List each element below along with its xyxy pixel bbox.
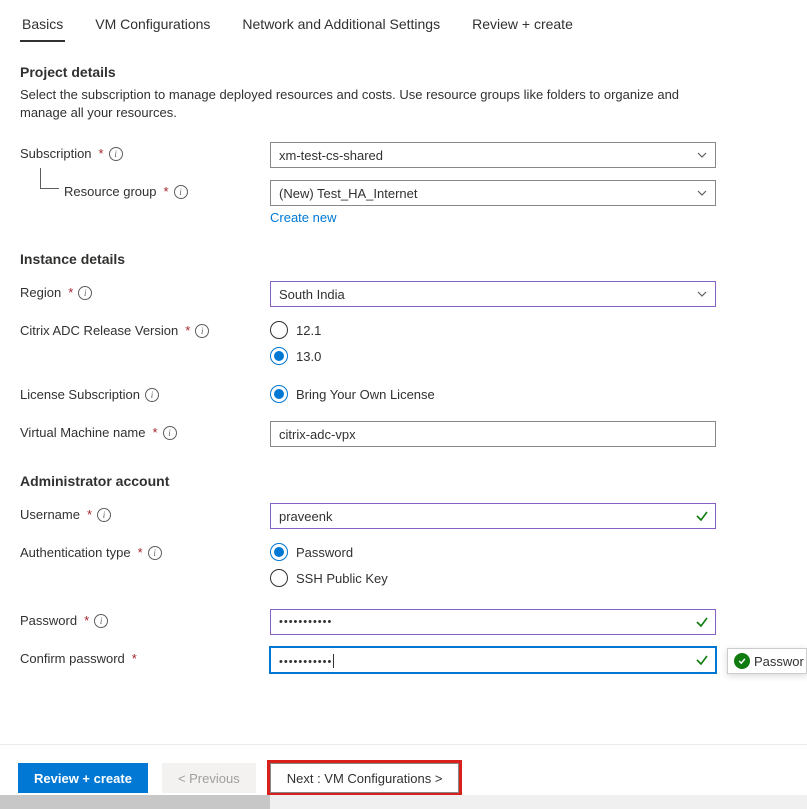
- auth-option-ssh[interactable]: SSH Public Key: [270, 569, 716, 587]
- chevron-down-icon: [697, 150, 707, 160]
- auth-ssh-label: SSH Public Key: [296, 571, 388, 586]
- valid-checkmark-icon: [695, 615, 709, 629]
- valid-checkmark-icon: [695, 509, 709, 523]
- required-marker: *: [87, 507, 92, 522]
- release-12-1-label: 12.1: [296, 323, 321, 338]
- info-icon[interactable]: i: [109, 147, 123, 161]
- success-badge-icon: [734, 653, 750, 669]
- info-icon[interactable]: i: [163, 426, 177, 440]
- info-icon[interactable]: i: [78, 286, 92, 300]
- tab-review-create[interactable]: Review + create: [470, 10, 575, 42]
- password-value: •••••••••••: [279, 616, 332, 628]
- auth-password-label: Password: [296, 545, 353, 560]
- release-13-0-label: 13.0: [296, 349, 321, 364]
- resource-group-value: (New) Test_HA_Internet: [279, 186, 418, 201]
- release-option-13-0[interactable]: 13.0: [270, 347, 716, 365]
- required-marker: *: [138, 545, 143, 560]
- region-label: Region: [20, 285, 61, 300]
- create-new-link[interactable]: Create new: [270, 210, 336, 225]
- required-marker: *: [84, 613, 89, 628]
- subscription-value: xm-test-cs-shared: [279, 148, 383, 163]
- auth-option-password[interactable]: Password: [270, 543, 716, 561]
- required-marker: *: [68, 285, 73, 300]
- subscription-label: Subscription: [20, 146, 92, 161]
- valid-checkmark-icon: [695, 653, 709, 667]
- license-subscription-label: License Subscription: [20, 387, 140, 402]
- tab-vm-configurations[interactable]: VM Configurations: [93, 10, 212, 42]
- tabs-bar: Basics VM Configurations Network and Add…: [0, 0, 807, 42]
- tab-basics[interactable]: Basics: [20, 10, 65, 42]
- chevron-down-icon: [697, 289, 707, 299]
- license-byol-label: Bring Your Own License: [296, 387, 435, 402]
- radio-icon: [270, 347, 288, 365]
- tab-network-additional[interactable]: Network and Additional Settings: [240, 10, 442, 42]
- radio-icon: [270, 569, 288, 587]
- review-create-button[interactable]: Review + create: [18, 763, 148, 793]
- tooltip-text: Passwor: [754, 654, 804, 669]
- info-icon[interactable]: i: [97, 508, 111, 522]
- license-option-byol[interactable]: Bring Your Own License: [270, 385, 716, 403]
- project-details-heading: Project details: [20, 64, 787, 80]
- vm-name-value: citrix-adc-vpx: [279, 427, 356, 442]
- radio-icon: [270, 321, 288, 339]
- info-icon[interactable]: i: [145, 388, 159, 402]
- confirm-password-input[interactable]: •••••••••••: [270, 647, 716, 673]
- resource-group-select[interactable]: (New) Test_HA_Internet: [270, 180, 716, 206]
- footer-bar: Review + create < Previous Next : VM Con…: [0, 744, 807, 793]
- validation-tooltip: Passwor: [727, 648, 807, 674]
- required-marker: *: [99, 146, 104, 161]
- chevron-down-icon: [697, 188, 707, 198]
- confirm-password-label: Confirm password: [20, 651, 125, 666]
- vm-name-input[interactable]: citrix-adc-vpx: [270, 421, 716, 447]
- info-icon[interactable]: i: [94, 614, 108, 628]
- auth-type-label: Authentication type: [20, 545, 131, 560]
- resource-group-label: Resource group: [64, 184, 157, 199]
- confirm-password-value: •••••••••••: [279, 656, 332, 668]
- required-marker: *: [164, 184, 169, 199]
- password-input[interactable]: •••••••••••: [270, 609, 716, 635]
- admin-account-heading: Administrator account: [20, 473, 787, 489]
- scrollbar-thumb[interactable]: [0, 795, 270, 809]
- region-value: South India: [279, 287, 345, 302]
- radio-icon: [270, 385, 288, 403]
- required-marker: *: [132, 651, 137, 666]
- previous-button[interactable]: < Previous: [162, 763, 256, 793]
- radio-icon: [270, 543, 288, 561]
- subscription-select[interactable]: xm-test-cs-shared: [270, 142, 716, 168]
- username-input[interactable]: praveenk: [270, 503, 716, 529]
- info-icon[interactable]: i: [148, 546, 162, 560]
- text-cursor: [333, 654, 334, 668]
- username-value: praveenk: [279, 509, 332, 524]
- region-select[interactable]: South India: [270, 281, 716, 307]
- required-marker: *: [153, 425, 158, 440]
- release-version-label: Citrix ADC Release Version: [20, 323, 178, 338]
- info-icon[interactable]: i: [195, 324, 209, 338]
- username-label: Username: [20, 507, 80, 522]
- info-icon[interactable]: i: [174, 185, 188, 199]
- project-details-desc: Select the subscription to manage deploy…: [20, 86, 720, 122]
- required-marker: *: [185, 323, 190, 338]
- password-label: Password: [20, 613, 77, 628]
- next-button[interactable]: Next : VM Configurations >: [270, 763, 460, 793]
- release-option-12-1[interactable]: 12.1: [270, 321, 716, 339]
- instance-details-heading: Instance details: [20, 251, 787, 267]
- vm-name-label: Virtual Machine name: [20, 425, 146, 440]
